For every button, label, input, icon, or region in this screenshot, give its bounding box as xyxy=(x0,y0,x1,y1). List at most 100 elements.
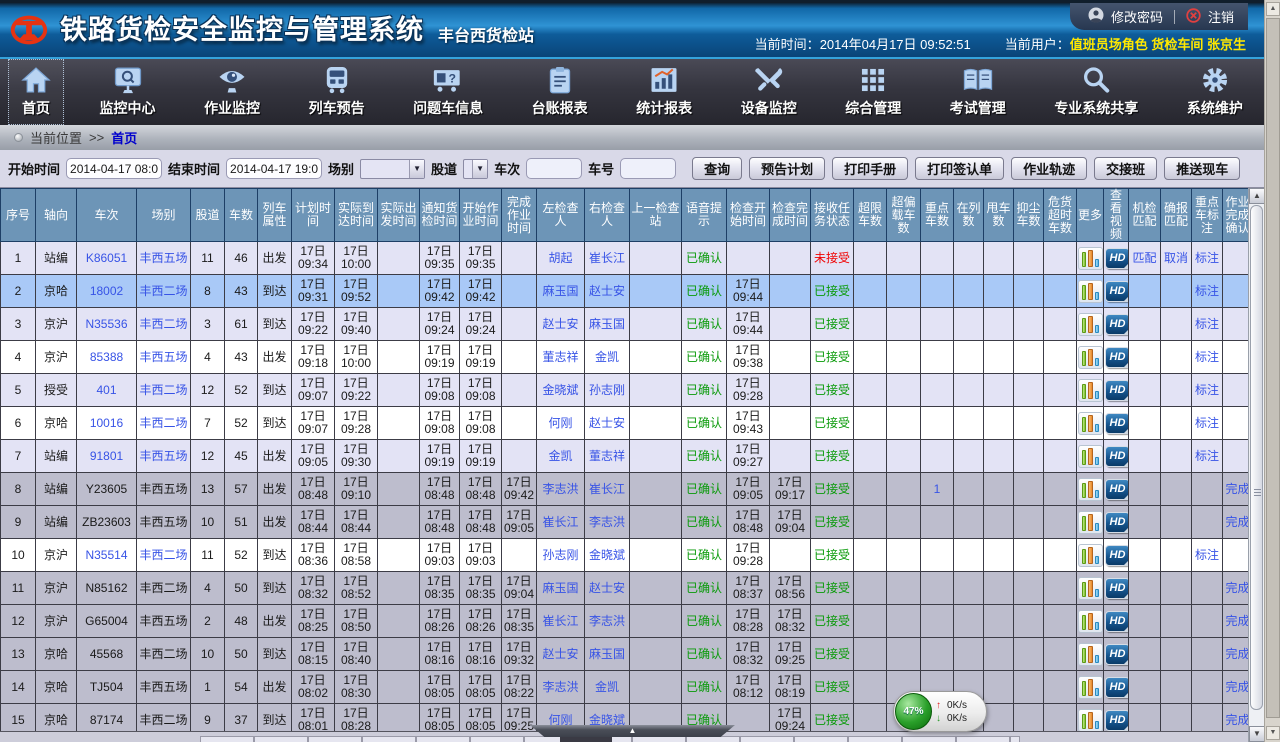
more-chart-icon[interactable] xyxy=(1078,412,1103,435)
speed-monitor-widget[interactable]: 47% ↑0K/s ↓0K/s xyxy=(893,691,987,732)
table-row[interactable]: 5授受401丰西二场1252到达17日 09:0717日 09:2217日 09… xyxy=(1,374,1253,407)
more[interactable] xyxy=(1077,605,1104,638)
push-current-cars-button[interactable]: 推送现车 xyxy=(1164,157,1240,180)
video[interactable]: HD xyxy=(1104,506,1129,539)
right-inspector[interactable]: 赵士安 xyxy=(585,572,630,605)
more[interactable] xyxy=(1077,308,1104,341)
right-inspector[interactable]: 孙志刚 xyxy=(585,374,630,407)
key-car-mark[interactable]: 标注 xyxy=(1192,275,1223,308)
more-chart-icon[interactable] xyxy=(1078,313,1103,336)
right-inspector[interactable]: 崔长江 xyxy=(585,242,630,275)
breadcrumb-current[interactable]: 首页 xyxy=(111,128,137,147)
table-row[interactable]: 8站编Y23605丰西五场1357出发17日 08:4817日 09:1017日… xyxy=(1,473,1253,506)
more-chart-icon[interactable] xyxy=(1078,445,1103,468)
left-inspector[interactable]: 崔长江 xyxy=(537,506,585,539)
hd-video-icon[interactable]: HD xyxy=(1105,578,1129,599)
video[interactable]: HD xyxy=(1104,308,1129,341)
table-row[interactable]: 2京哈18002丰西二场843到达17日 09:3117日 09:5217日 0… xyxy=(1,275,1253,308)
yard[interactable]: 丰西二场 xyxy=(137,308,191,341)
table-row[interactable]: 14京哈TJ504丰西五场154出发17日 08:0217日 08:3017日 … xyxy=(1,671,1253,704)
nav-item-system-gear[interactable]: 系统维护 xyxy=(1174,59,1256,125)
hd-video-icon[interactable]: HD xyxy=(1105,545,1129,566)
more[interactable] xyxy=(1077,704,1104,732)
train-no[interactable]: 10016 xyxy=(77,407,137,440)
right-inspector[interactable]: 金凯 xyxy=(585,341,630,374)
page-scroll-up-button[interactable]: ▲ xyxy=(1266,2,1280,16)
print-manual-button[interactable]: 打印手册 xyxy=(832,157,908,180)
print-sign-sheet-button[interactable]: 打印签认单 xyxy=(915,157,1004,180)
change-password-link[interactable]: 修改密码 xyxy=(1111,7,1163,26)
left-inspector[interactable]: 麻玉国 xyxy=(537,572,585,605)
hd-video-icon[interactable]: HD xyxy=(1105,677,1129,698)
yard[interactable]: 丰西五场 xyxy=(137,440,191,473)
query-button[interactable]: 查询 xyxy=(692,157,742,180)
train-no[interactable]: 18002 xyxy=(77,275,137,308)
video[interactable]: HD xyxy=(1104,341,1129,374)
start-time-input[interactable] xyxy=(66,158,162,179)
more[interactable] xyxy=(1077,341,1104,374)
track-select[interactable]: ▼ xyxy=(463,159,488,179)
hd-video-icon[interactable]: HD xyxy=(1105,347,1129,368)
more-chart-icon[interactable] xyxy=(1078,280,1103,303)
key-car-mark[interactable]: 标注 xyxy=(1192,374,1223,407)
train-no[interactable]: 401 xyxy=(77,374,137,407)
left-inspector[interactable]: 麻玉国 xyxy=(537,275,585,308)
work-track-button[interactable]: 作业轨迹 xyxy=(1011,157,1087,180)
right-inspector[interactable]: 赵士安 xyxy=(585,407,630,440)
page-vertical-scrollbar[interactable]: ▲ ▼ xyxy=(1264,0,1280,742)
end-time-input[interactable] xyxy=(226,158,322,179)
table-row[interactable]: 6京哈10016丰西二场752到达17日 09:0717日 09:2817日 0… xyxy=(1,407,1253,440)
table-row[interactable]: 13京哈45568丰西二场1050到达17日 08:1517日 08:4017日… xyxy=(1,638,1253,671)
nav-item-grid-manage[interactable]: 综合管理 xyxy=(832,59,914,125)
more[interactable] xyxy=(1077,242,1104,275)
train-no[interactable]: N35514 xyxy=(77,539,137,572)
hd-video-icon[interactable]: HD xyxy=(1105,314,1129,335)
more[interactable] xyxy=(1077,572,1104,605)
more[interactable] xyxy=(1077,506,1104,539)
table-row[interactable]: 11京沪N85162丰西二场450到达17日 08:3217日 08:5217日… xyxy=(1,572,1253,605)
more[interactable] xyxy=(1077,374,1104,407)
key-car-mark[interactable]: 标注 xyxy=(1192,341,1223,374)
video[interactable]: HD xyxy=(1104,572,1129,605)
hd-video-icon[interactable]: HD xyxy=(1105,248,1129,269)
left-inspector[interactable]: 孙志刚 xyxy=(537,539,585,572)
car-no-input[interactable] xyxy=(620,158,676,179)
collapse-handle[interactable]: ▲ xyxy=(530,725,735,737)
train-no[interactable]: K86051 xyxy=(77,242,137,275)
yard[interactable]: 丰西二场 xyxy=(137,407,191,440)
more[interactable] xyxy=(1077,671,1104,704)
right-inspector[interactable]: 董志祥 xyxy=(585,440,630,473)
right-inspector[interactable]: 李志洪 xyxy=(585,506,630,539)
table-vertical-scrollbar[interactable]: ▲ ▼ xyxy=(1248,188,1264,742)
table-row[interactable]: 7站编91801丰西五场1245出发17日 09:0517日 09:3017日 … xyxy=(1,440,1253,473)
more-chart-icon[interactable] xyxy=(1078,577,1103,600)
video[interactable]: HD xyxy=(1104,638,1129,671)
shift-handover-button[interactable]: 交接班 xyxy=(1094,157,1157,180)
nav-item-ledger-report[interactable]: 台账报表 xyxy=(519,59,601,125)
page-scrollbar-thumb[interactable] xyxy=(1266,18,1280,718)
more-chart-icon[interactable] xyxy=(1078,676,1103,699)
more[interactable] xyxy=(1077,638,1104,671)
left-inspector[interactable]: 李志洪 xyxy=(537,671,585,704)
key-car-count[interactable]: 1 xyxy=(921,473,954,506)
left-inspector[interactable]: 崔长江 xyxy=(537,605,585,638)
table-row[interactable]: 1站编K86051丰西五场1146出发17日 09:3417日 10:0017日… xyxy=(1,242,1253,275)
nav-item-share-search[interactable]: 专业系统共享 xyxy=(1041,59,1151,125)
more[interactable] xyxy=(1077,440,1104,473)
left-inspector[interactable]: 金晓斌 xyxy=(537,374,585,407)
more-chart-icon[interactable] xyxy=(1078,379,1103,402)
hd-video-icon[interactable]: HD xyxy=(1105,479,1129,500)
video[interactable]: HD xyxy=(1104,275,1129,308)
scroll-down-button[interactable]: ▼ xyxy=(1249,726,1265,742)
right-inspector[interactable]: 金凯 xyxy=(585,671,630,704)
hd-video-icon[interactable]: HD xyxy=(1105,413,1129,434)
yard[interactable]: 丰西五场 xyxy=(137,242,191,275)
right-inspector[interactable]: 麻玉国 xyxy=(585,638,630,671)
video[interactable]: HD xyxy=(1104,440,1129,473)
more-chart-icon[interactable] xyxy=(1078,544,1103,567)
nav-item-statistics-chart[interactable]: 统计报表 xyxy=(623,59,705,125)
nav-item-train-forecast[interactable]: 列车预告 xyxy=(296,59,378,125)
table-row[interactable]: 12京沪G65004丰西五场248出发17日 08:2517日 08:5017日… xyxy=(1,605,1253,638)
hd-video-icon[interactable]: HD xyxy=(1105,281,1129,302)
table-row[interactable]: 4京沪85388丰西五场443出发17日 09:1817日 10:0017日 0… xyxy=(1,341,1253,374)
